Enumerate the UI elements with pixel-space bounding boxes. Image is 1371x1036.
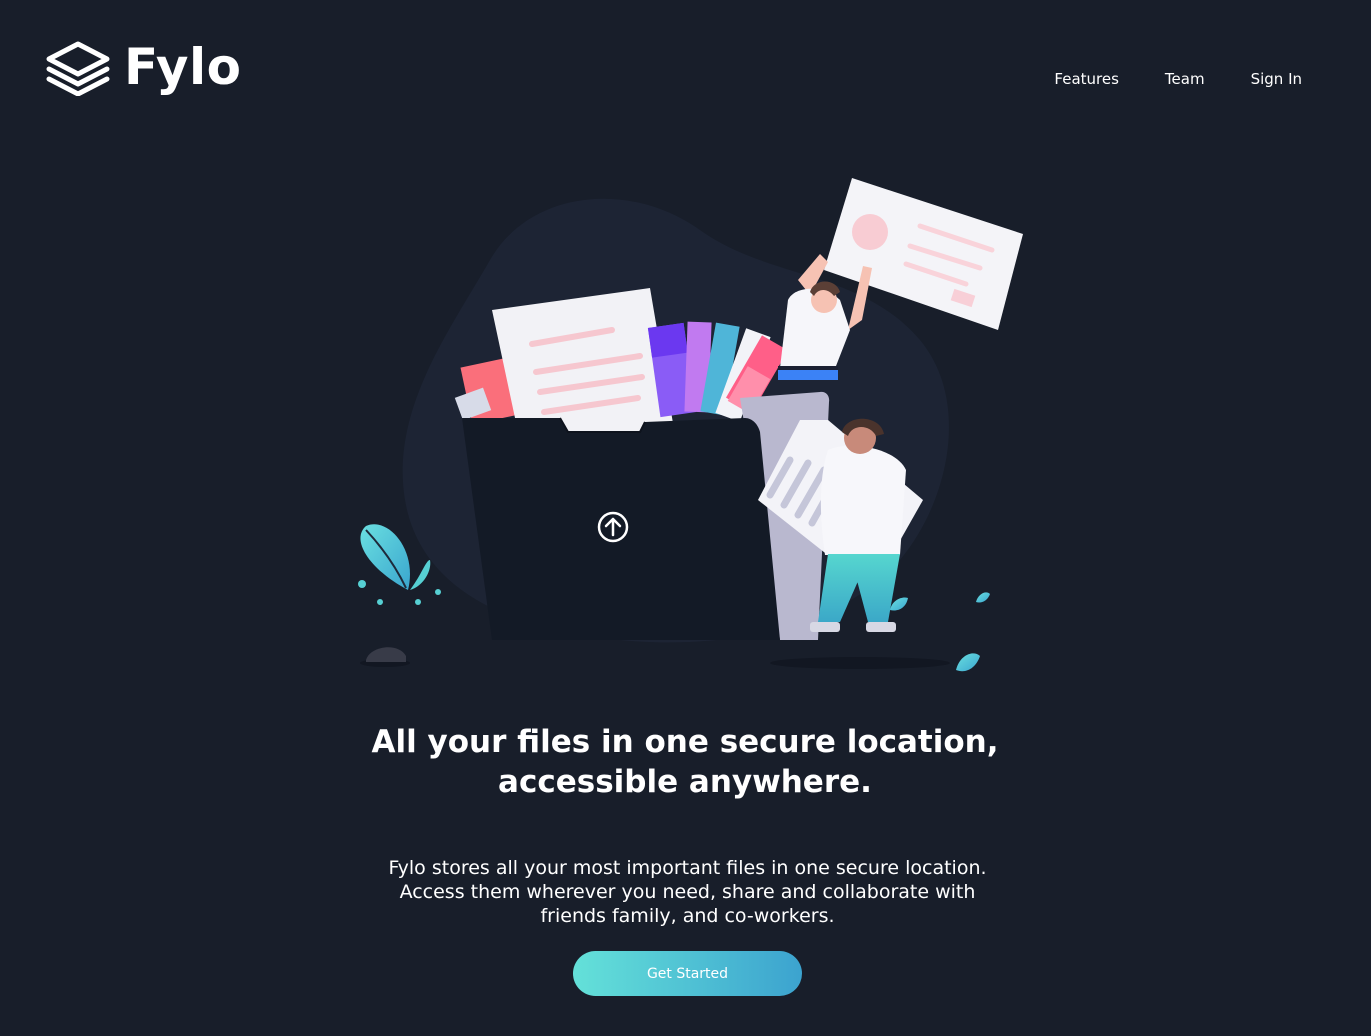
nav-features-link[interactable]: Features <box>1054 70 1119 88</box>
stacked-layers-icon <box>46 41 110 96</box>
logo-link[interactable]: Fylo <box>44 38 242 96</box>
hero-description: Fylo stores all your most important file… <box>388 857 987 927</box>
hero-headline-line1: All your files in one secure location, <box>371 724 999 760</box>
landing-page: Fylo Features Team Sign In All your file… <box>0 0 1371 1036</box>
nav-sign-in-link[interactable]: Sign In <box>1251 70 1302 88</box>
site-header: Fylo Features Team Sign In <box>0 0 1371 140</box>
hero-illustration <box>358 178 1023 672</box>
hero-headline: All your files in one secure location, a… <box>285 722 1085 802</box>
folder-front <box>462 418 780 640</box>
hero-headline-line2: accessible anywhere. <box>498 764 872 800</box>
nav-team-link[interactable]: Team <box>1165 70 1205 88</box>
main-nav: Features Team Sign In <box>1008 70 1302 88</box>
logo-text: Fylo <box>124 38 242 96</box>
leaf-small <box>890 597 908 611</box>
ground-shadow <box>770 657 950 669</box>
leaf-medium <box>956 653 980 672</box>
leaf-small <box>976 592 990 603</box>
get-started-button[interactable]: Get Started <box>573 951 802 996</box>
